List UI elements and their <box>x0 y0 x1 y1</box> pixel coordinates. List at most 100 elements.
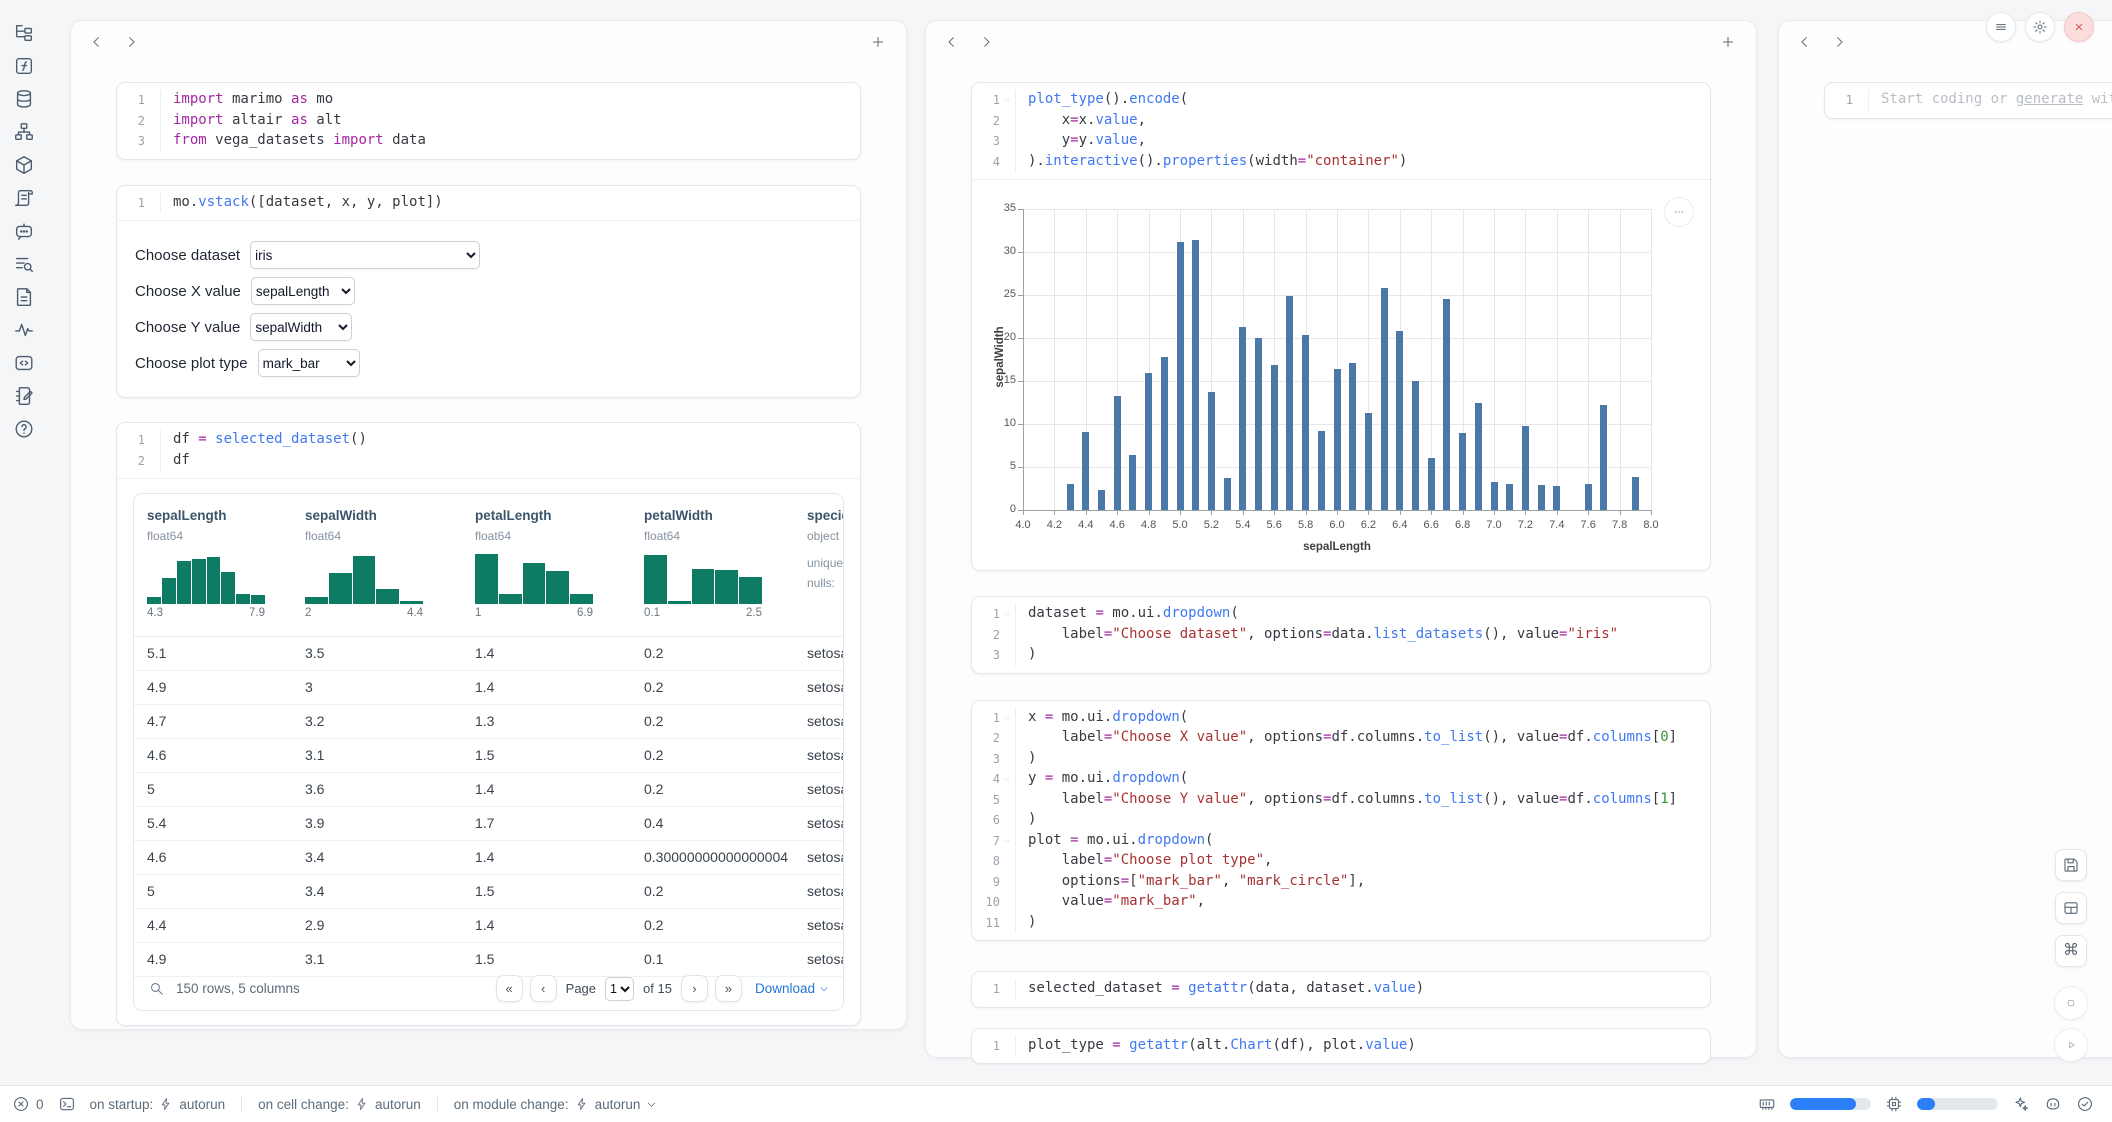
cell-xy-plot-dropdowns[interactable]: 1x = mo.ui.dropdown(2 label="Choose X va… <box>971 700 1711 942</box>
copilot-button[interactable] <box>2044 1095 2062 1113</box>
ai-assistant-button[interactable] <box>2012 1095 2030 1113</box>
column-name[interactable]: sepalWidth <box>305 508 377 523</box>
prev-page-button[interactable]: ‹ <box>530 975 557 1002</box>
search-icon[interactable] <box>148 980 165 997</box>
cell-plot-type[interactable]: 1plot_type = getattr(alt.Chart(df), plot… <box>971 1028 1711 1065</box>
terminal-button[interactable] <box>58 1095 76 1113</box>
table-row[interactable]: 5.13.51.40.2setosa <box>134 637 843 671</box>
runtime-config-2[interactable]: on module change:autorun <box>454 1097 658 1112</box>
page-select[interactable]: 1 <box>605 977 634 1001</box>
column-name[interactable]: petalWidth <box>644 508 713 523</box>
dropdown-2[interactable]: sepalWidth <box>250 313 352 341</box>
code-editor[interactable]: 1dataset = mo.ui.dropdown(2 label="Choos… <box>972 597 1710 673</box>
command-palette-button[interactable]: ⌘ <box>2055 935 2087 967</box>
cell-value: 3.1 <box>305 951 324 967</box>
column-name[interactable]: species <box>807 508 844 523</box>
datasources-icon[interactable] <box>13 88 35 110</box>
first-page-button[interactable]: « <box>496 975 523 1002</box>
cell-empty[interactable]: 1Start coding or generate with <box>1824 82 2112 119</box>
column-next-button[interactable] <box>123 33 141 51</box>
cell-imports[interactable]: 1import marimo as mo2import altair as al… <box>116 82 861 160</box>
cell-dataset-dropdown[interactable]: 1dataset = mo.ui.dropdown(2 label="Choos… <box>971 596 1711 674</box>
runtime-config-0[interactable]: on startup:autorun <box>90 1097 226 1112</box>
cell-value: 3.4 <box>305 883 324 899</box>
cell-value: 5 <box>147 883 155 899</box>
table-row[interactable]: 4.63.41.40.30000000000000004setosa <box>134 841 843 875</box>
error-indicator[interactable]: 0 <box>12 1095 44 1113</box>
column-name[interactable]: sepalLength <box>147 508 227 523</box>
gridline <box>1494 209 1495 510</box>
fold-spacer <box>1853 90 1866 111</box>
code-editor[interactable]: 1plot_type().encode(2 x=x.value,3 y=y.va… <box>972 83 1710 179</box>
outline-icon[interactable] <box>13 187 35 209</box>
dropdown-0[interactable]: iris <box>250 241 480 269</box>
menu-button[interactable] <box>1986 12 2016 42</box>
cell-value: 3.6 <box>305 781 324 797</box>
dependency-graph-icon[interactable] <box>13 121 35 143</box>
stop-button[interactable] <box>2054 986 2088 1020</box>
cell-value: 0.2 <box>644 645 663 661</box>
code-editor[interactable]: 1Start coding or generate with <box>1825 83 2112 118</box>
snippets-icon[interactable] <box>13 352 35 374</box>
code-editor[interactable]: 1mo.vstack([dataset, x, y, plot]) <box>117 186 860 221</box>
code-editor[interactable]: 1plot_type = getattr(alt.Chart(df), plot… <box>972 1029 1710 1064</box>
table-row[interactable]: 5.43.91.70.4setosa <box>134 807 843 841</box>
code-editor[interactable]: 1selected_dataset = getattr(data, datase… <box>972 972 1710 1007</box>
code-editor[interactable]: 1x = mo.ui.dropdown(2 label="Choose X va… <box>972 701 1710 941</box>
code-text: df <box>160 451 860 472</box>
column-next-button[interactable] <box>1831 33 1849 51</box>
run-button[interactable] <box>2054 1028 2088 1062</box>
column-name[interactable]: petalLength <box>475 508 552 523</box>
settings-button[interactable] <box>2025 12 2055 42</box>
fold-spacer <box>1000 111 1013 132</box>
line-number: 11 <box>972 913 1000 934</box>
download-link[interactable]: Download <box>755 981 829 996</box>
packages-icon[interactable] <box>13 154 35 176</box>
runtime-config-1[interactable]: on cell change:autorun <box>258 1097 421 1112</box>
config-value: autorun <box>179 1097 225 1112</box>
table-row[interactable]: 53.61.40.2setosa <box>134 773 843 807</box>
documentation-icon[interactable] <box>13 286 35 308</box>
table-row[interactable]: 4.63.11.50.2setosa <box>134 739 843 773</box>
code-text: mo.vstack([dataset, x, y, plot]) <box>160 193 860 214</box>
help-icon[interactable] <box>13 418 35 440</box>
column-next-button[interactable] <box>978 33 996 51</box>
last-page-button[interactable]: » <box>715 975 742 1002</box>
dropdown-3[interactable]: mark_bar <box>258 349 360 377</box>
add-cell-button[interactable] <box>870 33 888 51</box>
column-prev-button[interactable] <box>89 33 107 51</box>
file-explorer-icon[interactable] <box>13 22 35 44</box>
add-cell-button[interactable] <box>1720 33 1738 51</box>
code-editor[interactable]: 1import marimo as mo2import altair as al… <box>117 83 860 159</box>
layout-button[interactable] <box>2055 892 2087 924</box>
cell-dataframe[interactable]: 1df = selected_dataset()2df sepalLengthf… <box>116 422 861 1026</box>
table-row[interactable]: 4.931.40.2setosa <box>134 671 843 705</box>
shutdown-button[interactable] <box>2064 12 2094 42</box>
column-prev-button[interactable] <box>944 33 962 51</box>
table-row[interactable]: 4.73.21.30.2setosa <box>134 705 843 739</box>
cell-vstack[interactable]: 1mo.vstack([dataset, x, y, plot]) Choose… <box>116 185 861 399</box>
table-row[interactable]: 53.41.50.2setosa <box>134 875 843 909</box>
table-row[interactable]: 4.42.91.40.2setosa <box>134 909 843 943</box>
hist-min-label: 2 <box>305 607 311 619</box>
logs-icon[interactable] <box>13 253 35 275</box>
ai-chat-icon[interactable] <box>13 220 35 242</box>
chart-actions-button[interactable] <box>1664 197 1694 227</box>
code-text: selected_dataset = getattr(data, dataset… <box>1015 979 1710 1000</box>
variables-icon[interactable] <box>13 55 35 77</box>
connection-status-button[interactable] <box>2076 1095 2094 1113</box>
next-page-button[interactable]: › <box>681 975 708 1002</box>
dropdown-1[interactable]: sepalLength <box>251 277 355 305</box>
hist-bar <box>353 556 376 604</box>
cell-value: 0.1 <box>644 951 663 967</box>
altair-chart[interactable]: 4.04.24.44.64.85.05.25.45.65.86.06.26.46… <box>972 179 1710 570</box>
cell-selected-dataset[interactable]: 1selected_dataset = getattr(data, datase… <box>971 971 1711 1008</box>
save-button[interactable] <box>2055 849 2087 881</box>
tracing-icon[interactable] <box>13 319 35 341</box>
column-prev-button[interactable] <box>1797 33 1815 51</box>
hist-bar <box>251 595 265 604</box>
scratchpad-icon[interactable] <box>13 385 35 407</box>
cell-plot[interactable]: 1plot_type().encode(2 x=x.value,3 y=y.va… <box>971 82 1711 571</box>
code-editor[interactable]: 1df = selected_dataset()2df <box>117 423 860 478</box>
gridline <box>1023 338 1651 339</box>
